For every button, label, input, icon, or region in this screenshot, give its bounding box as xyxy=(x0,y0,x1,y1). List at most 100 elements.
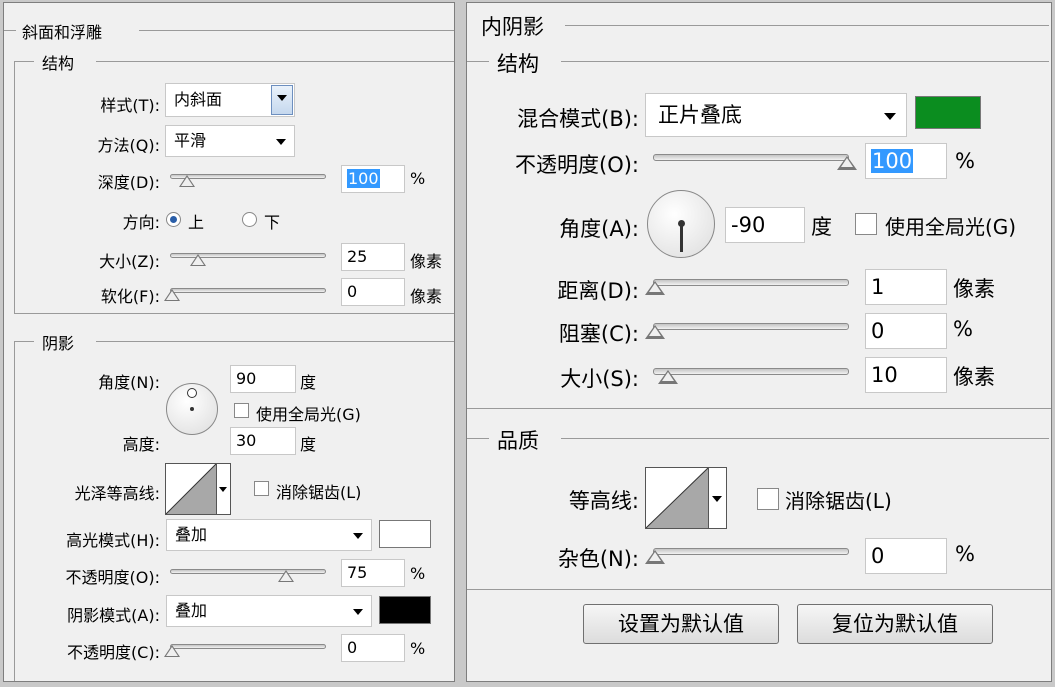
shading-angle-unit: 度 xyxy=(300,373,317,392)
chevron-down-icon xyxy=(712,496,722,502)
structure-heading: 结构 xyxy=(497,52,539,76)
altitude-unit: 度 xyxy=(300,435,317,454)
size-slider-thumb[interactable] xyxy=(658,370,679,384)
size-label: 大小(Z): xyxy=(99,252,160,271)
panel-title: 斜面和浮雕 xyxy=(22,23,103,42)
noise-slider-track[interactable] xyxy=(653,548,849,555)
size-slider-thumb[interactable] xyxy=(189,254,206,266)
soften-slider-track[interactable] xyxy=(170,288,326,293)
chevron-down-icon[interactable] xyxy=(271,85,293,115)
size-label: 大小(S): xyxy=(560,367,639,391)
shading-anti-alias-label: 消除锯齿(L) xyxy=(276,483,362,502)
direction-down-radio[interactable] xyxy=(242,212,257,227)
direction-up-radio[interactable] xyxy=(166,212,181,227)
choke-slider-thumb[interactable] xyxy=(645,325,665,339)
size-unit: 像素 xyxy=(953,365,995,389)
divider xyxy=(4,30,16,31)
contour-preview[interactable] xyxy=(645,467,709,529)
inner-shadow-panel: 内阴影 结构 混合模式(B): 正片叠底 不透明度(O): 100 % 角度(A… xyxy=(466,2,1052,682)
highlight-mode-value: 叠加 xyxy=(175,525,208,544)
divider xyxy=(14,341,34,342)
contour-dropdown-button[interactable] xyxy=(709,467,727,529)
altitude-label: 高度: xyxy=(122,435,160,454)
distance-label: 距离(D): xyxy=(557,279,639,303)
noise-input[interactable]: 0 xyxy=(865,538,947,574)
opacity-slider-track[interactable] xyxy=(653,154,849,161)
soften-slider-thumb[interactable] xyxy=(164,289,180,301)
divider xyxy=(467,408,1051,409)
global-light-checkbox[interactable] xyxy=(855,213,877,235)
size-unit: 像素 xyxy=(410,252,443,271)
divider xyxy=(467,61,489,62)
altitude-input[interactable]: 30 xyxy=(230,427,296,455)
choke-unit: % xyxy=(953,317,973,341)
blend-mode-value: 正片叠底 xyxy=(658,103,742,127)
blend-color-swatch[interactable] xyxy=(915,96,981,129)
choke-slider-track[interactable] xyxy=(653,323,849,330)
highlight-opacity-slider-track[interactable] xyxy=(170,569,326,574)
divider xyxy=(14,341,15,681)
divider xyxy=(96,61,454,62)
highlight-opacity-slider-thumb[interactable] xyxy=(278,570,294,582)
shading-anti-alias-checkbox[interactable] xyxy=(254,481,269,496)
depth-slider-thumb[interactable] xyxy=(179,175,196,187)
dial-center-icon xyxy=(190,407,194,411)
set-default-button[interactable]: 设置为默认值 xyxy=(583,604,779,644)
noise-unit: % xyxy=(955,542,975,566)
shadow-opacity-slider-track[interactable] xyxy=(170,644,326,649)
shadow-color-swatch[interactable] xyxy=(379,596,431,624)
gloss-contour-preview[interactable] xyxy=(165,463,217,515)
soften-input[interactable]: 0 xyxy=(341,278,405,306)
angle-label: 角度(A): xyxy=(559,217,639,241)
shading-global-light-checkbox[interactable] xyxy=(234,403,249,418)
direction-label: 方向: xyxy=(122,213,160,232)
highlight-opacity-unit: % xyxy=(410,564,426,583)
opacity-unit: % xyxy=(955,149,975,173)
anti-alias-label: 消除锯齿(L) xyxy=(785,489,892,513)
distance-slider-track[interactable] xyxy=(653,279,849,286)
opacity-input[interactable]: 100 xyxy=(865,143,947,179)
chevron-down-icon xyxy=(219,487,227,492)
size-input[interactable]: 10 xyxy=(865,357,947,393)
highlight-mode-dropdown[interactable]: 叠加 xyxy=(166,519,372,551)
structure-heading: 结构 xyxy=(42,54,75,73)
method-dropdown[interactable]: 平滑 xyxy=(165,125,295,157)
gloss-contour-dropdown-button[interactable] xyxy=(217,463,231,515)
shadow-mode-label: 阴影模式(A): xyxy=(67,606,160,625)
shadow-mode-dropdown[interactable]: 叠加 xyxy=(166,595,372,627)
shadow-opacity-unit: % xyxy=(410,639,426,658)
angle-input[interactable]: -90 xyxy=(725,207,805,243)
style-dropdown[interactable]: 内斜面 xyxy=(165,83,295,117)
angle-dial[interactable] xyxy=(166,383,218,435)
shading-angle-input[interactable]: 90 xyxy=(230,365,296,393)
noise-slider-thumb[interactable] xyxy=(645,550,665,564)
highlight-opacity-input[interactable]: 75 xyxy=(341,559,405,587)
anti-alias-checkbox[interactable] xyxy=(757,488,779,510)
shadow-mode-value: 叠加 xyxy=(175,601,208,620)
reset-default-button[interactable]: 复位为默认值 xyxy=(797,604,993,644)
size-input[interactable]: 25 xyxy=(341,243,405,271)
distance-slider-thumb[interactable] xyxy=(645,281,665,295)
size-slider-track[interactable] xyxy=(653,368,849,375)
soften-unit: 像素 xyxy=(410,287,443,306)
method-value: 平滑 xyxy=(174,131,207,150)
direction-down-label: 下 xyxy=(264,213,281,232)
blend-mode-dropdown[interactable]: 正片叠底 xyxy=(645,93,907,137)
divider xyxy=(561,438,1049,439)
contour-label: 等高线: xyxy=(568,489,639,513)
depth-unit: % xyxy=(410,169,426,188)
opacity-slider-thumb[interactable] xyxy=(837,156,857,170)
divider xyxy=(14,61,34,62)
distance-input[interactable]: 1 xyxy=(865,269,947,305)
distance-unit: 像素 xyxy=(953,277,995,301)
divider xyxy=(14,313,454,314)
divider xyxy=(467,438,489,439)
highlight-color-swatch[interactable] xyxy=(379,520,431,548)
angle-dial[interactable] xyxy=(647,190,715,258)
shadow-opacity-input[interactable]: 0 xyxy=(341,634,405,662)
depth-input[interactable]: 100 xyxy=(341,165,405,193)
opacity-label: 不透明度(O): xyxy=(515,153,639,177)
chevron-down-icon xyxy=(353,609,363,615)
choke-input[interactable]: 0 xyxy=(865,313,947,349)
shadow-opacity-slider-thumb[interactable] xyxy=(164,645,180,657)
